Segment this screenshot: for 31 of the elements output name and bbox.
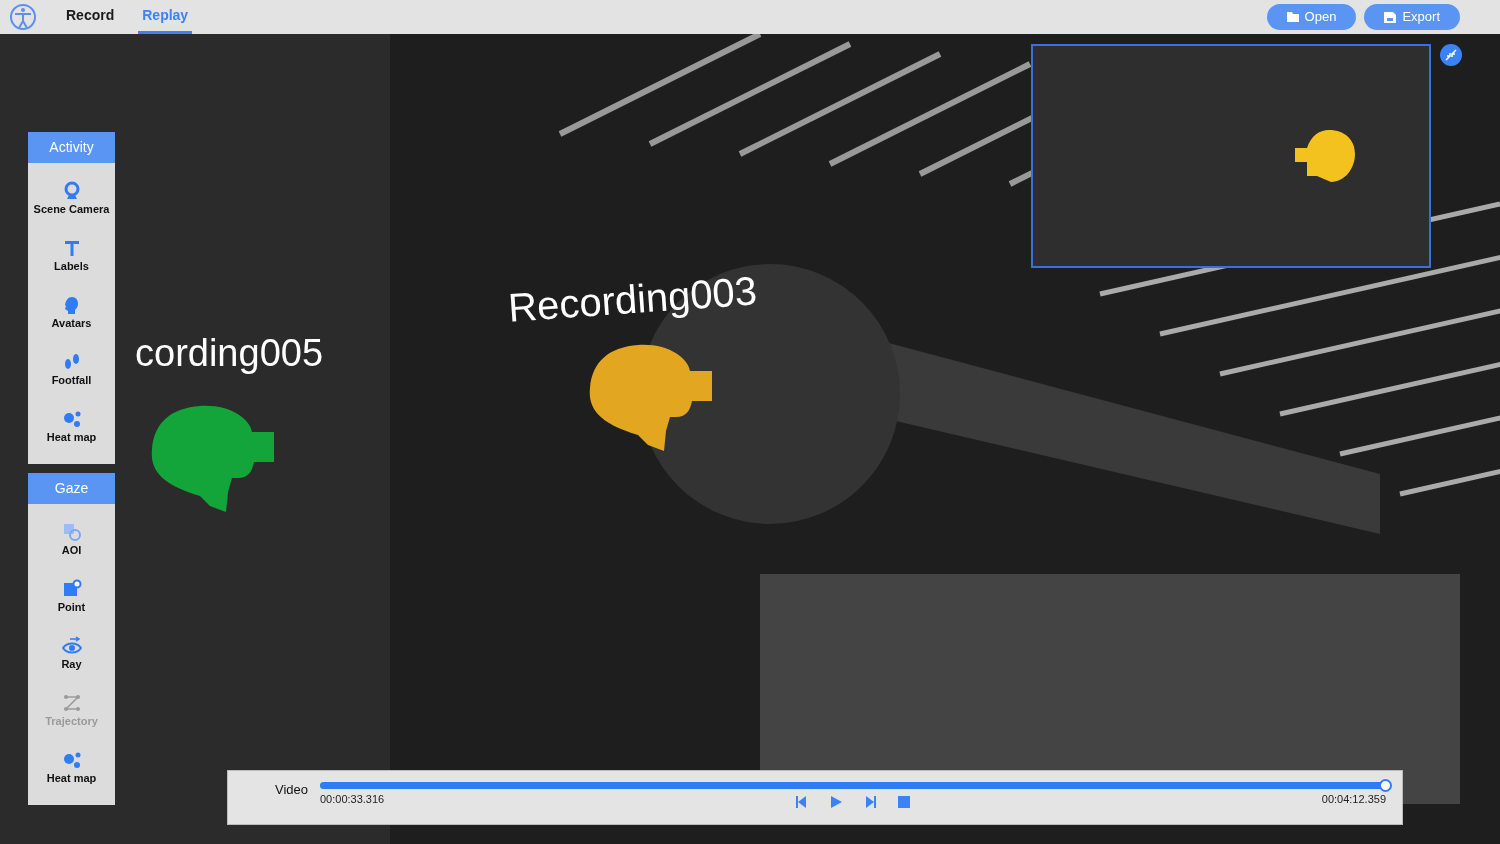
- panel-header: Gaze: [28, 473, 115, 504]
- play-icon[interactable]: [829, 795, 843, 809]
- folder-icon: [1286, 12, 1299, 22]
- progress-handle[interactable]: [1379, 779, 1392, 792]
- tool-item[interactable]: Scene Camera: [28, 181, 115, 218]
- shapes-icon: [61, 522, 82, 543]
- dots-icon: [61, 750, 82, 771]
- step-back-icon[interactable]: [795, 795, 809, 809]
- step-forward-icon[interactable]: [863, 795, 877, 809]
- tool-item[interactable]: AOI: [28, 522, 115, 559]
- dots-icon: [61, 409, 82, 430]
- avatar-label: cording005: [135, 334, 324, 372]
- panel-header: Activity: [28, 132, 115, 163]
- tab[interactable]: Record: [62, 0, 119, 34]
- video-label: Video: [274, 781, 309, 799]
- path-icon: [61, 693, 82, 714]
- tool-item[interactable]: Labels: [28, 238, 115, 275]
- tool-item[interactable]: Footfall: [28, 352, 115, 389]
- total-time: 00:04:12.359: [1321, 792, 1386, 807]
- avatar-label: Recording003: [506, 270, 759, 328]
- tool-item[interactable]: Ray: [28, 636, 115, 673]
- save-icon: [1384, 11, 1397, 23]
- tool-item[interactable]: Point: [28, 579, 115, 616]
- person-logo-icon: [8, 2, 38, 32]
- collapse-button[interactable]: [1440, 44, 1462, 66]
- tool-item[interactable]: Avatars: [28, 295, 115, 332]
- tool-item[interactable]: Heat map: [28, 409, 115, 446]
- tool-item[interactable]: Heat map: [28, 750, 115, 787]
- elapsed-time: 00:00:33.316: [320, 792, 385, 807]
- stop-icon[interactable]: [897, 795, 911, 809]
- arrows-inward-icon: [1445, 49, 1457, 61]
